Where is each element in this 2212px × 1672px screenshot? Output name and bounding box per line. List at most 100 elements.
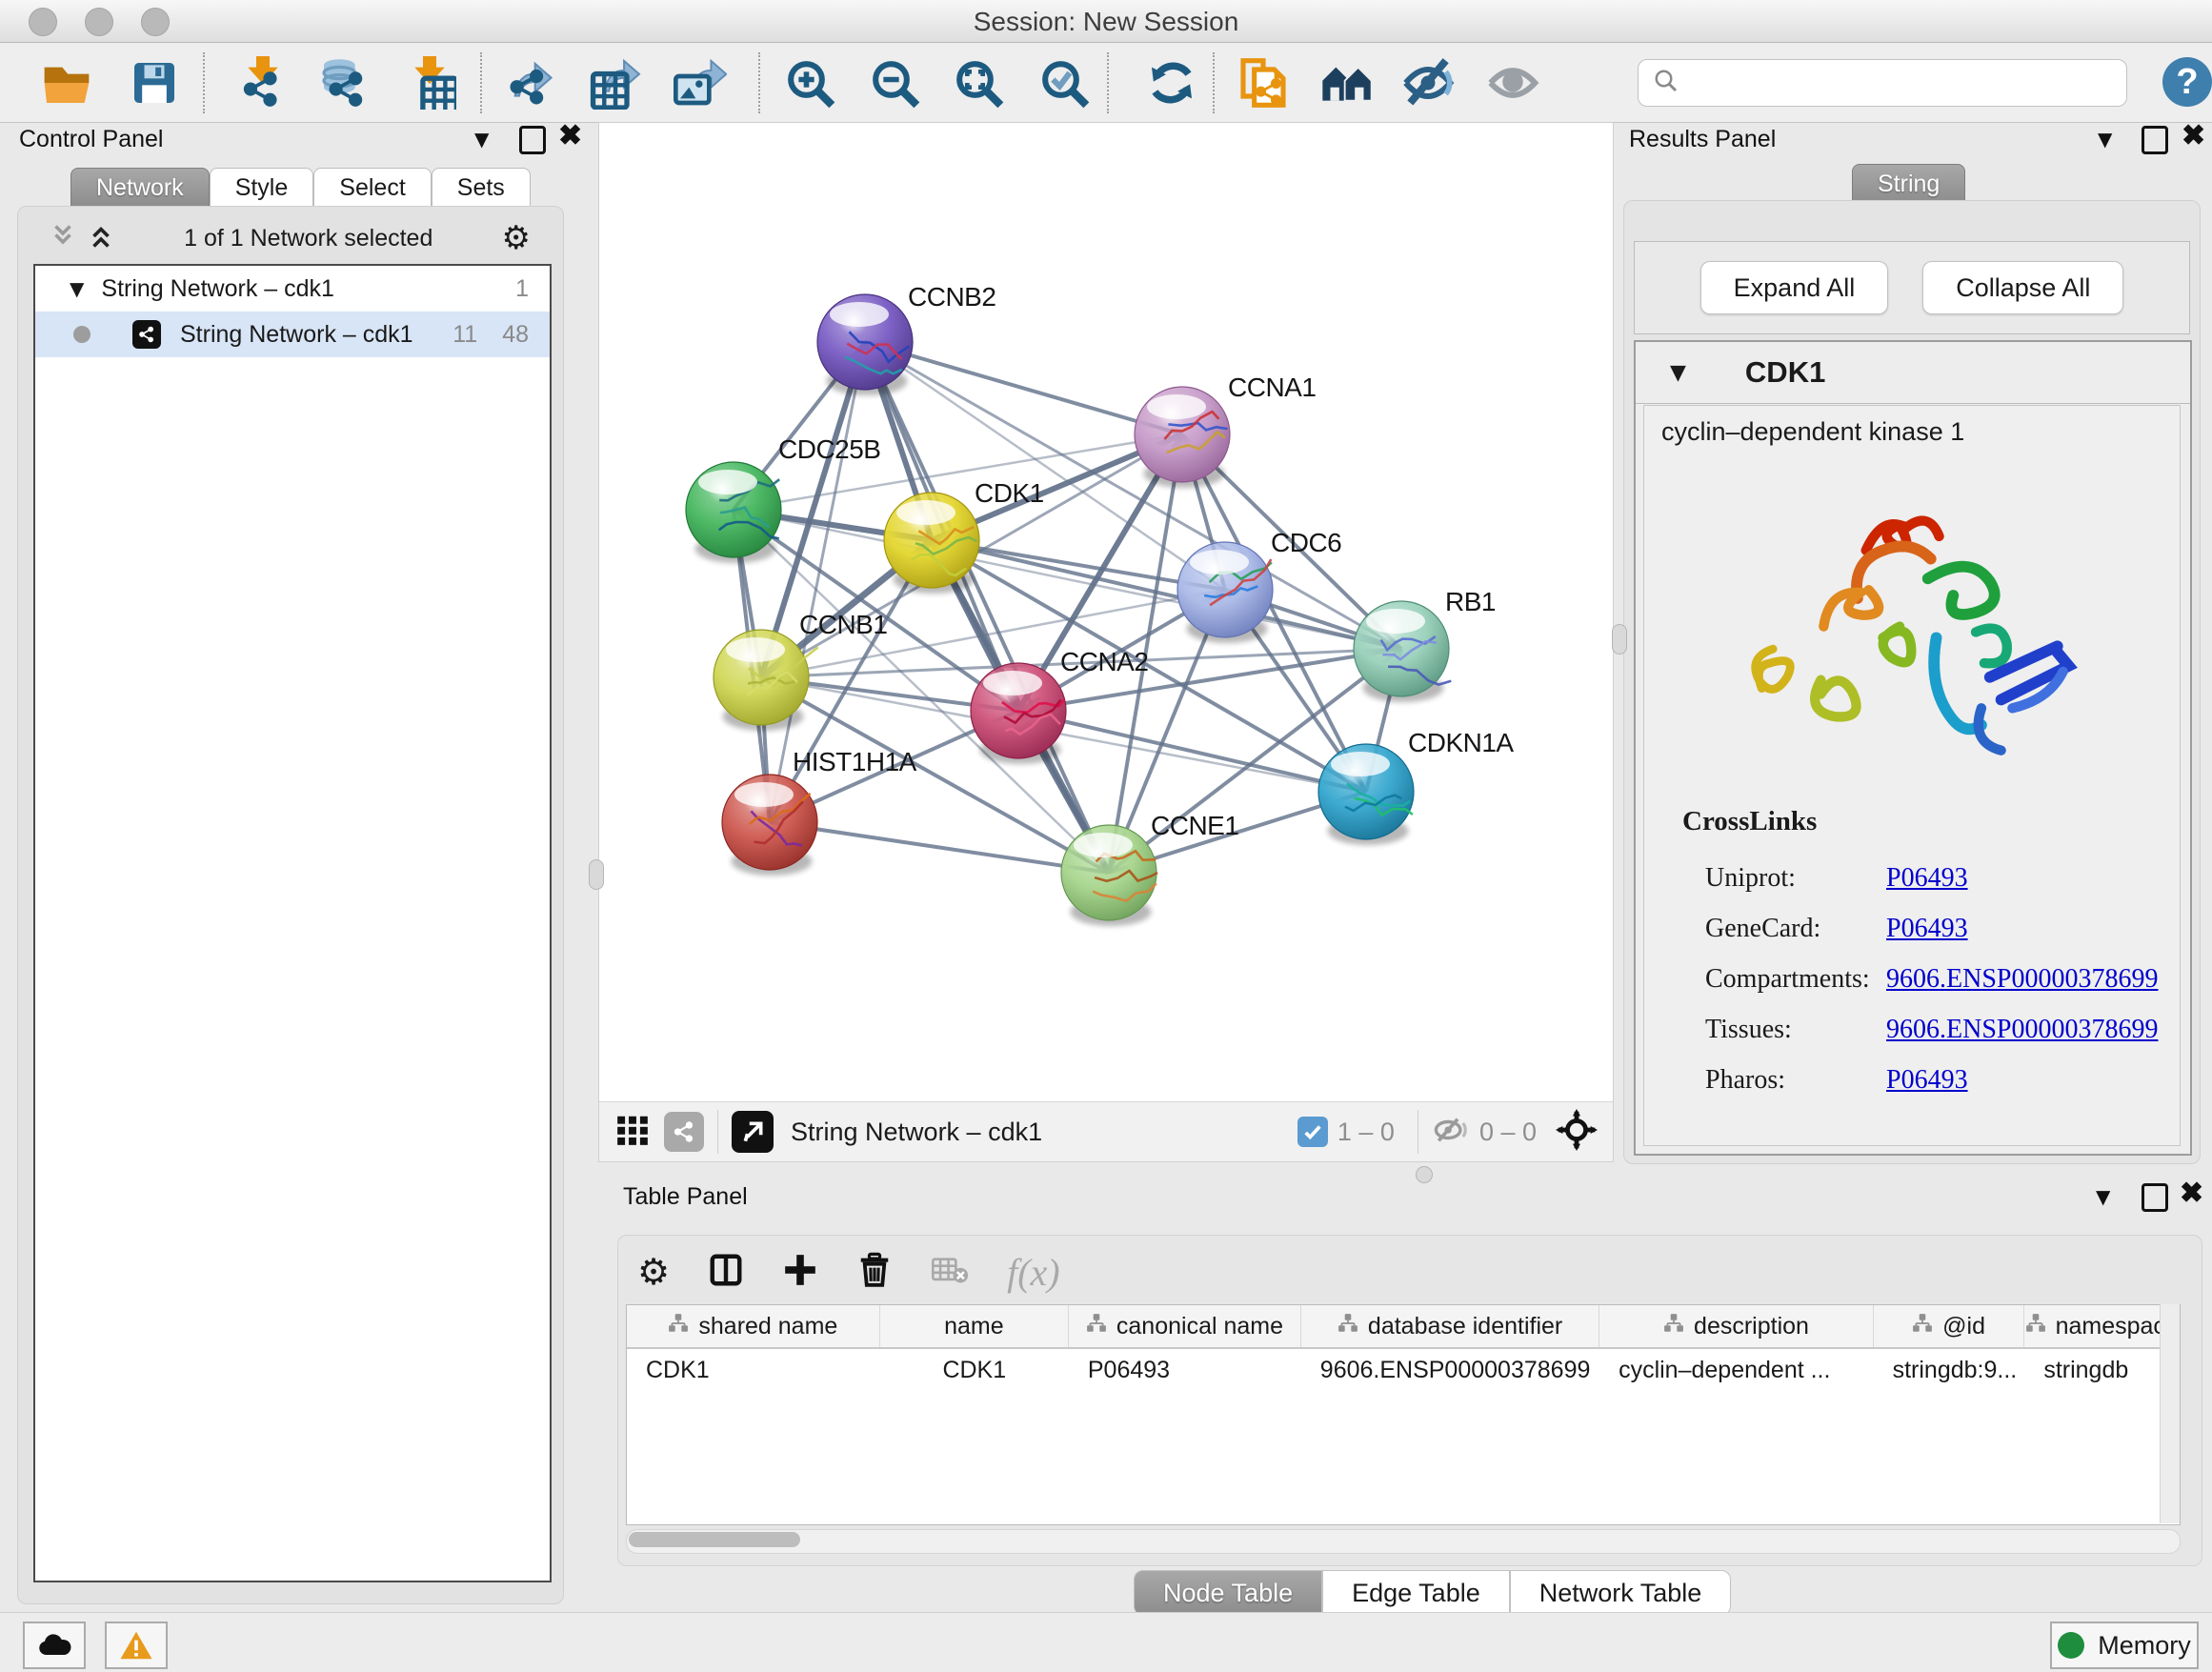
open-view-icon[interactable] bbox=[732, 1111, 774, 1153]
warnings-button[interactable] bbox=[105, 1622, 168, 1669]
search-input[interactable] bbox=[1690, 68, 2126, 99]
memory-button[interactable]: Memory bbox=[2050, 1622, 2199, 1669]
table-panel-menu-icon[interactable]: ▼ bbox=[2096, 1185, 2110, 1208]
results-panel-menu-icon[interactable]: ▼ bbox=[2098, 128, 2112, 151]
column-header--id[interactable]: @id bbox=[1874, 1305, 2025, 1347]
show-hidden-button[interactable] bbox=[1486, 56, 1539, 110]
column-header-shared-name[interactable]: shared name bbox=[627, 1305, 880, 1347]
network-edge-HIST1H1A-CCNE1[interactable] bbox=[770, 822, 1109, 873]
bottom-splitter-handle[interactable] bbox=[1416, 1166, 1433, 1183]
save-session-button[interactable] bbox=[128, 56, 181, 110]
expand-all-icon[interactable] bbox=[87, 220, 115, 257]
import-network-database-button[interactable] bbox=[317, 56, 371, 110]
network-node-CDKN1A[interactable]: CDKN1A bbox=[1318, 728, 1514, 845]
import-network-file-button[interactable] bbox=[236, 56, 290, 110]
export-image-button[interactable] bbox=[674, 56, 727, 110]
zoom-in-button[interactable] bbox=[783, 56, 836, 110]
column-header-name[interactable]: name bbox=[880, 1305, 1069, 1347]
show-columns-icon[interactable] bbox=[708, 1252, 744, 1293]
tab-edge-table[interactable]: Edge Table bbox=[1322, 1570, 1510, 1616]
show-all-networks-button[interactable] bbox=[1320, 56, 1374, 110]
network-row[interactable]: String Network – cdk1 11 48 bbox=[35, 312, 550, 357]
collection-expand-icon[interactable]: ▼ bbox=[70, 277, 84, 300]
cloud-status-button[interactable] bbox=[23, 1622, 86, 1669]
tab-network[interactable]: Network bbox=[70, 168, 210, 208]
export-table-button[interactable] bbox=[589, 56, 642, 110]
search-box[interactable] bbox=[1638, 59, 2127, 107]
tab-node-table[interactable]: Node Table bbox=[1134, 1570, 1322, 1616]
collapse-all-icon[interactable] bbox=[49, 220, 77, 257]
table-cell[interactable]: P06493 bbox=[1069, 1349, 1301, 1391]
table-panel-float-button[interactable] bbox=[2142, 1183, 2168, 1212]
tab-network-table[interactable]: Network Table bbox=[1510, 1570, 1732, 1616]
scrollbar-thumb[interactable] bbox=[629, 1532, 800, 1547]
table-cell[interactable]: cyclin–dependent ... bbox=[1599, 1349, 1874, 1391]
column-header-description[interactable]: description bbox=[1599, 1305, 1874, 1347]
control-panel-close-button[interactable]: ✖ bbox=[558, 125, 582, 148]
network-node-CCNA1[interactable]: CCNA1 bbox=[1135, 373, 1316, 488]
string-view-icon[interactable] bbox=[664, 1112, 704, 1152]
zoom-fit-button[interactable] bbox=[952, 56, 1005, 110]
tab-string[interactable]: String bbox=[1852, 164, 1965, 204]
gene-collapse-icon[interactable]: ▼ bbox=[1670, 361, 1686, 385]
network-node-CDK1[interactable]: CDK1 bbox=[884, 478, 1044, 594]
tab-select[interactable]: Select bbox=[313, 168, 431, 208]
zoom-selected-button[interactable] bbox=[1037, 56, 1091, 110]
toolbar-divider bbox=[717, 1110, 718, 1154]
network-node-RB1[interactable]: RB1 bbox=[1354, 587, 1496, 702]
crosslink-link[interactable]: P06493 bbox=[1886, 863, 1968, 894]
network-options-gear-icon[interactable]: ⚙ bbox=[502, 219, 531, 257]
hide-selected-button[interactable] bbox=[1401, 56, 1455, 110]
crosslink-link[interactable]: P06493 bbox=[1886, 914, 1968, 944]
network-edge-CCNB2-CCNA1[interactable] bbox=[865, 342, 1182, 434]
column-header-canonical-name[interactable]: canonical name bbox=[1069, 1305, 1301, 1347]
tab-sets[interactable]: Sets bbox=[432, 168, 531, 208]
table-cell[interactable]: CDK1 bbox=[880, 1349, 1069, 1391]
table-vertical-scrollbar[interactable] bbox=[2160, 1304, 2180, 1523]
network-canvas[interactable]: CCNB2CCNA1CDC25BCDK1CDC6RB1CCNB1CCNA2CDK… bbox=[599, 123, 1613, 1101]
table-row[interactable]: CDK1CDK1P064939606.ENSP00000378699cyclin… bbox=[627, 1349, 2180, 1391]
table-panel-close-button[interactable]: ✖ bbox=[2180, 1182, 2203, 1205]
help-button[interactable]: ? bbox=[2162, 57, 2212, 107]
results-panel-close-button[interactable]: ✖ bbox=[2182, 125, 2205, 148]
import-table-button[interactable] bbox=[403, 56, 456, 110]
table-options-gear-icon[interactable]: ⚙ bbox=[637, 1251, 670, 1293]
right-splitter-handle[interactable] bbox=[1612, 624, 1627, 655]
left-splitter-handle[interactable] bbox=[589, 859, 604, 890]
open-file-button[interactable] bbox=[40, 56, 93, 110]
column-header-namespace[interactable]: namespace bbox=[2024, 1305, 2180, 1347]
results-panel-float-button[interactable] bbox=[2142, 126, 2168, 154]
create-column-icon[interactable] bbox=[782, 1252, 818, 1293]
collapse-all-button[interactable]: Collapse All bbox=[1922, 261, 2123, 314]
network-edge-CCNA2-CDKN1A[interactable] bbox=[1018, 711, 1366, 792]
refresh-button[interactable] bbox=[1145, 56, 1198, 110]
table-cell[interactable]: CDK1 bbox=[627, 1349, 880, 1391]
table-cell[interactable]: stringdb:9... bbox=[1874, 1349, 2025, 1391]
network-node-CDC6[interactable]: CDC6 bbox=[1177, 528, 1341, 643]
birds-eye-toggle-icon[interactable] bbox=[1556, 1109, 1598, 1156]
grid-view-icon[interactable] bbox=[614, 1112, 651, 1153]
network-node-HIST1H1A[interactable]: HIST1H1A bbox=[722, 747, 917, 876]
delete-column-trash-icon[interactable] bbox=[856, 1252, 893, 1293]
export-network-button[interactable] bbox=[505, 56, 558, 110]
network-node-CCNB2[interactable]: CCNB2 bbox=[817, 282, 995, 395]
table-cell[interactable]: 9606.ENSP00000378699 bbox=[1301, 1349, 1599, 1391]
control-panel-menu-icon[interactable]: ▼ bbox=[474, 128, 489, 151]
table-cell[interactable]: stringdb bbox=[2024, 1349, 2180, 1391]
network-node-CCNB1[interactable]: CCNB1 bbox=[714, 610, 887, 731]
table-horizontal-scrollbar[interactable] bbox=[626, 1529, 2181, 1554]
selected-checkbox-icon[interactable] bbox=[1297, 1117, 1328, 1147]
gene-header-row[interactable]: ▼ CDK1 bbox=[1636, 342, 2190, 404]
crosslink-link[interactable]: 9606.ENSP00000378699 bbox=[1886, 1015, 2158, 1045]
network-edge-CCNB2-CCNE1[interactable] bbox=[865, 342, 1109, 873]
duplicate-network-button[interactable] bbox=[1237, 56, 1290, 110]
network-collection-row[interactable]: ▼ String Network – cdk1 1 bbox=[35, 266, 550, 312]
column-header-database-identifier[interactable]: database identifier bbox=[1301, 1305, 1599, 1347]
control-panel-float-button[interactable] bbox=[519, 126, 546, 154]
expand-all-button[interactable]: Expand All bbox=[1700, 261, 1889, 314]
crosslink-link[interactable]: 9606.ENSP00000378699 bbox=[1886, 964, 2158, 995]
crosslink-link[interactable]: P06493 bbox=[1886, 1065, 1968, 1096]
zoom-out-button[interactable] bbox=[868, 56, 921, 110]
window-titlebar: Session: New Session bbox=[0, 0, 2212, 43]
tab-style[interactable]: Style bbox=[210, 168, 314, 208]
